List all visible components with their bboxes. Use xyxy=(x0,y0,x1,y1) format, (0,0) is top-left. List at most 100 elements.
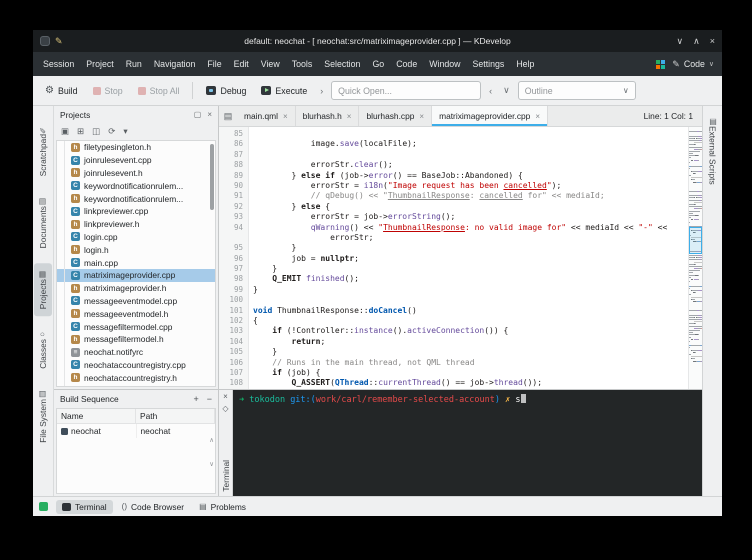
status-item-label: Code Browser xyxy=(131,502,184,512)
menu-settings[interactable]: Settings xyxy=(467,52,511,76)
move-down-icon[interactable]: ∨ xyxy=(209,460,214,468)
maximize-button[interactable]: ∧ xyxy=(693,36,700,47)
area-switcher-button[interactable]: ✎ Code ∨ xyxy=(672,59,714,70)
tree-item[interactable]: Clogin.cpp xyxy=(57,231,215,244)
close-panel-icon[interactable]: × xyxy=(207,110,212,119)
menu-code[interactable]: Code xyxy=(390,52,423,76)
tree-item[interactable]: hneochataccountregistry.h xyxy=(57,371,215,384)
menu-project[interactable]: Project xyxy=(80,52,119,76)
tree-item[interactable]: Ckeywordnotificationrulem... xyxy=(57,179,215,192)
build-button[interactable]: ⚙ Build xyxy=(40,83,83,99)
tree-item[interactable]: Cneochataccountregistry.cpp xyxy=(57,359,215,372)
code-line: void ThumbnailResponse::doCancel() xyxy=(253,306,688,316)
remove-target-button[interactable]: − xyxy=(207,394,212,404)
editor-tab-main-qml[interactable]: main.qml× xyxy=(237,106,296,126)
tree-item[interactable]: hmessageeventmodel.h xyxy=(57,307,215,320)
stop-all-button[interactable]: Stop All xyxy=(133,83,185,99)
projects-tool-icon-3[interactable]: ◫ xyxy=(92,126,100,137)
projects-tool-icon-4[interactable]: ⟳ xyxy=(108,126,115,137)
tab-close-icon[interactable]: × xyxy=(347,112,352,121)
tab-close-icon[interactable]: × xyxy=(535,112,540,121)
tree-item[interactable]: hmatriximageprovider.h xyxy=(57,282,215,295)
menu-selection[interactable]: Selection xyxy=(318,52,366,76)
code-line: if (!Controller::instance().activeConnec… xyxy=(253,326,688,336)
menubar: SessionProjectRunNavigationFileEditViewT… xyxy=(33,52,722,76)
toolbar-overflow-icon[interactable]: › xyxy=(317,86,326,96)
sidebar-tab-documents[interactable]: Documents▤ xyxy=(34,190,52,255)
tree-item[interactable]: hjoinrulesevent.h xyxy=(57,167,215,180)
status-terminal-button[interactable]: Terminal xyxy=(56,500,113,514)
minimap-viewport[interactable] xyxy=(689,227,702,254)
sidebar-tab-projects[interactable]: Projects▦ xyxy=(34,263,52,316)
menu-session[interactable]: Session xyxy=(37,52,80,76)
terminal-output[interactable]: ➜ tokodon git:(work/carl/remember-select… xyxy=(233,390,702,496)
menu-tools[interactable]: Tools xyxy=(286,52,319,76)
editor-tab-blurhash-cpp[interactable]: blurhash.cpp× xyxy=(359,106,432,126)
tree-item[interactable]: Clinkpreviewer.cpp xyxy=(57,205,215,218)
debug-button[interactable]: Debug xyxy=(201,83,251,99)
document-list-icon[interactable]: ▤ xyxy=(219,106,237,126)
editor-tab-blurhash-h[interactable]: blurhash.h× xyxy=(296,106,360,126)
menu-view[interactable]: View xyxy=(255,52,286,76)
tab-close-icon[interactable]: × xyxy=(419,112,424,121)
sidebar-tab-classes[interactable]: Classes○ xyxy=(34,323,52,376)
tree-item[interactable]: Cmessageeventmodel.cpp xyxy=(57,295,215,308)
menu-go[interactable]: Go xyxy=(366,52,390,76)
file-name: neochat.notifyrc xyxy=(84,347,143,357)
terminal-close-icon[interactable]: × xyxy=(223,392,228,401)
nav-prev-button[interactable]: ‹ xyxy=(486,85,495,97)
code-line: image.save(localFile); xyxy=(253,139,688,149)
titlebar[interactable]: ✎ default: neochat - [ neochat:src/matri… xyxy=(33,30,722,52)
tree-scrollbar[interactable] xyxy=(210,144,214,210)
minimap-scrollbar[interactable] xyxy=(688,127,702,389)
sidebar-tab-external-scripts[interactable]: ▤External Scripts xyxy=(704,110,722,192)
prompt-segment: ) xyxy=(495,395,505,405)
menu-help[interactable]: Help xyxy=(510,52,540,76)
code-area[interactable]: image.save(localFile); errorStr.clear();… xyxy=(249,127,688,389)
tree-item[interactable]: hlinkpreviewer.h xyxy=(57,218,215,231)
tree-item[interactable]: hmessagefiltermodel.h xyxy=(57,333,215,346)
tree-item[interactable]: Cmain.cpp xyxy=(57,256,215,269)
tree-item[interactable]: ≡neochat.notifyrc xyxy=(57,346,215,359)
line-number: 98 xyxy=(219,274,243,284)
execute-button[interactable]: Execute xyxy=(256,83,312,99)
projects-tool-icon-5[interactable]: ▾ xyxy=(123,126,127,137)
menu-file[interactable]: File xyxy=(201,52,227,76)
column-header-path[interactable]: Path xyxy=(136,409,215,423)
tree-item[interactable]: hfiletypesingleton.h xyxy=(57,141,215,154)
outline-input[interactable]: Outline ∨ xyxy=(518,81,636,100)
sidebar-tab-scratchpad[interactable]: Scratchpad✎ xyxy=(34,118,52,183)
tree-item[interactable]: hkeywordnotificationrulem... xyxy=(57,192,215,205)
prompt-segment: work/carl/remember-selected-account xyxy=(316,395,495,405)
editor-tab-matriximageprovider-cpp[interactable]: matriximageprovider.cpp× xyxy=(432,106,548,126)
tree-item[interactable]: Cjoinrulesevent.cpp xyxy=(57,154,215,167)
minimize-button[interactable]: ∨ xyxy=(677,36,684,47)
menu-edit[interactable]: Edit xyxy=(228,52,255,76)
sidebar-tab-file-system[interactable]: File System▥ xyxy=(34,383,52,450)
tree-item[interactable]: ≡neochatconfig.kcfg xyxy=(57,384,215,387)
nav-down-button[interactable]: ∨ xyxy=(500,84,513,97)
tab-close-icon[interactable]: × xyxy=(283,112,288,121)
tree-item[interactable]: Cmatriximageprovider.cpp xyxy=(57,269,215,282)
tree-item[interactable]: hlogin.h xyxy=(57,243,215,256)
terminal-detach-icon[interactable]: ◇ xyxy=(222,404,228,413)
build-sequence-row[interactable]: neochatneochat xyxy=(57,424,215,438)
add-target-button[interactable]: + xyxy=(193,394,198,404)
status-problems-button[interactable]: ▤Problems xyxy=(193,500,252,514)
projects-tool-icon-2[interactable]: ⊞ xyxy=(77,126,84,137)
menu-navigation[interactable]: Navigation xyxy=(148,52,202,76)
menu-window[interactable]: Window xyxy=(423,52,466,76)
tree-item[interactable]: Cmessagefiltermodel.cpp xyxy=(57,320,215,333)
line-number: 102 xyxy=(219,316,243,326)
float-panel-icon[interactable]: ▢ xyxy=(194,110,202,119)
quick-open-input[interactable]: Quick Open... xyxy=(331,81,481,100)
activities-icon[interactable] xyxy=(656,60,665,69)
file-name: messageeventmodel.cpp xyxy=(84,296,177,306)
projects-tool-icon-1[interactable]: ▣ xyxy=(61,126,69,137)
status-code-browser-button[interactable]: ()Code Browser xyxy=(116,500,190,514)
move-up-icon[interactable]: ∧ xyxy=(209,436,214,444)
menu-run[interactable]: Run xyxy=(120,52,148,76)
stop-button[interactable]: Stop xyxy=(88,83,128,99)
column-header-name[interactable]: Name xyxy=(57,409,136,423)
close-button[interactable]: × xyxy=(710,36,715,47)
